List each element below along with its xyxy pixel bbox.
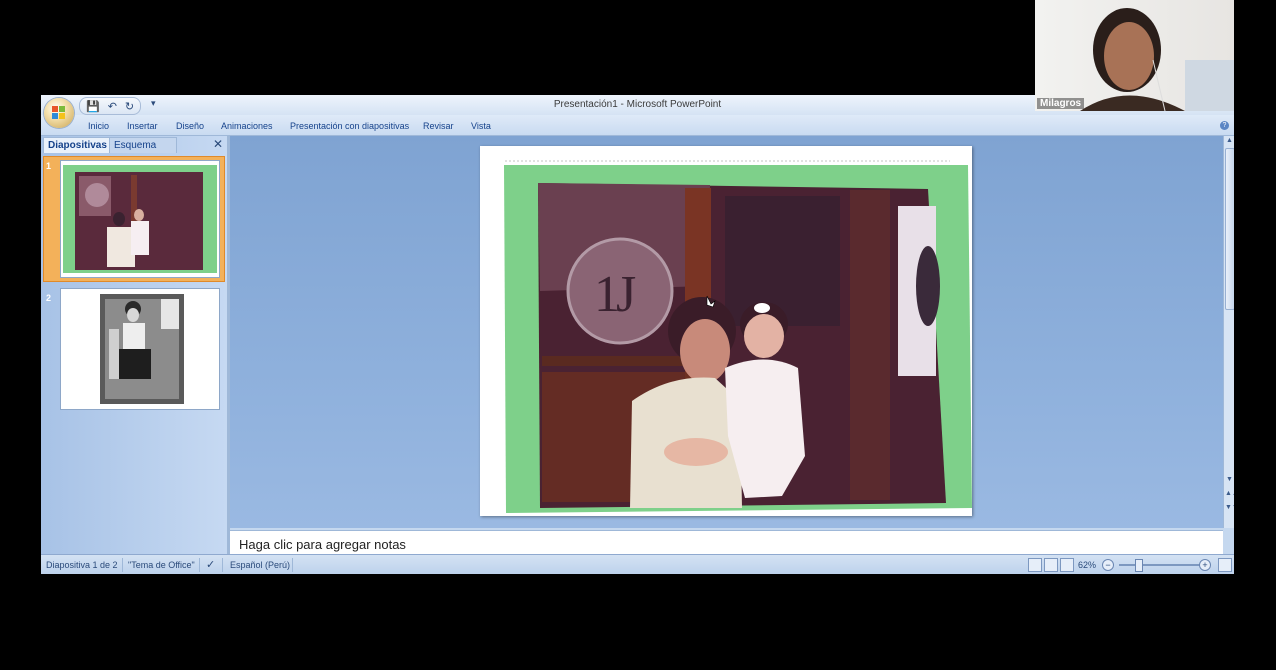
current-slide[interactable]: 1 J (480, 146, 972, 516)
tab-insertar[interactable]: Insertar (127, 121, 158, 131)
status-divider (222, 558, 223, 572)
status-divider (122, 558, 123, 572)
slide-number-2: 2 (46, 293, 52, 303)
tab-animaciones[interactable]: Animaciones (221, 121, 273, 131)
office-logo-icon (52, 106, 66, 120)
tab-vista[interactable]: Vista (471, 121, 491, 131)
powerpoint-window: 💾 ↶ ↻ ▾ Presentación1 - Microsoft PowerP… (41, 95, 1234, 574)
zoom-slider[interactable] (1119, 564, 1205, 566)
theme-name: "Tema de Office" (128, 560, 195, 570)
tab-esquema[interactable]: Esquema (109, 137, 177, 153)
notes-placeholder[interactable]: Haga clic para agregar notas (239, 537, 406, 552)
normal-view-icon[interactable] (1028, 558, 1042, 572)
participant-video-image (1080, 8, 1234, 111)
participant-name: Milagros (1037, 98, 1085, 109)
vertical-scrollbar[interactable]: ▲ ▼ ▲▲ ▼▼ (1223, 136, 1234, 528)
office-button[interactable] (44, 98, 74, 128)
zoom-out-icon[interactable]: − (1102, 559, 1114, 571)
panel-tabs: Diapositivas Esquema ✕ (41, 136, 227, 153)
slide-number-1: 1 (46, 161, 52, 171)
scroll-down-icon[interactable]: ▼ (1225, 476, 1234, 483)
notes-pane[interactable]: Haga clic para agregar notas (230, 530, 1223, 555)
tab-diapositivas[interactable]: Diapositivas (43, 137, 112, 153)
zoom-slider-thumb[interactable] (1135, 559, 1143, 572)
scroll-thumb[interactable] (1225, 148, 1234, 310)
fit-to-window-icon[interactable] (1218, 558, 1232, 572)
thumbnail-1-image (63, 165, 217, 273)
slide-show-view-icon[interactable] (1060, 558, 1074, 572)
tab-inicio[interactable]: Inicio (88, 121, 109, 131)
svg-text:J: J (616, 266, 636, 323)
close-panel-icon[interactable]: ✕ (213, 137, 223, 151)
zoom-in-icon[interactable]: + (1199, 559, 1211, 571)
status-divider (199, 558, 200, 572)
thumbnail-2-image (100, 294, 184, 404)
status-divider (292, 558, 293, 572)
language[interactable]: Español (Perú) (230, 560, 290, 570)
slide-thumbnail-2[interactable] (60, 288, 220, 410)
slide-count: Diapositiva 1 de 2 (46, 560, 118, 570)
slide-thumbnail-1[interactable] (60, 160, 220, 278)
slide-sorter-view-icon[interactable] (1044, 558, 1058, 572)
webcam-video: Milagros (1035, 0, 1234, 111)
tab-diseno[interactable]: Diseño (176, 121, 204, 131)
previous-slide-icon[interactable]: ▲▲ (1225, 490, 1234, 497)
scroll-up-icon[interactable]: ▲ (1225, 137, 1234, 144)
next-slide-icon[interactable]: ▼▼ (1225, 504, 1234, 511)
ribbon-tabs: Inicio Insertar Diseño Animaciones Prese… (41, 115, 1234, 136)
slides-panel: Diapositivas Esquema ✕ 1 2 (41, 136, 227, 554)
tab-revisar[interactable]: Revisar (423, 121, 454, 131)
help-icon[interactable]: ? (1220, 121, 1229, 130)
slide-editing-area: 1 J (230, 136, 1223, 528)
zoom-level[interactable]: 62% (1078, 560, 1096, 570)
slide-photo[interactable]: 1 J (480, 146, 972, 516)
tab-presentacion[interactable]: Presentación con diapositivas (290, 121, 409, 131)
spell-check-icon[interactable]: ✓ (206, 558, 215, 571)
status-bar: Diapositiva 1 de 2 "Tema de Office" ✓ Es… (41, 554, 1234, 574)
